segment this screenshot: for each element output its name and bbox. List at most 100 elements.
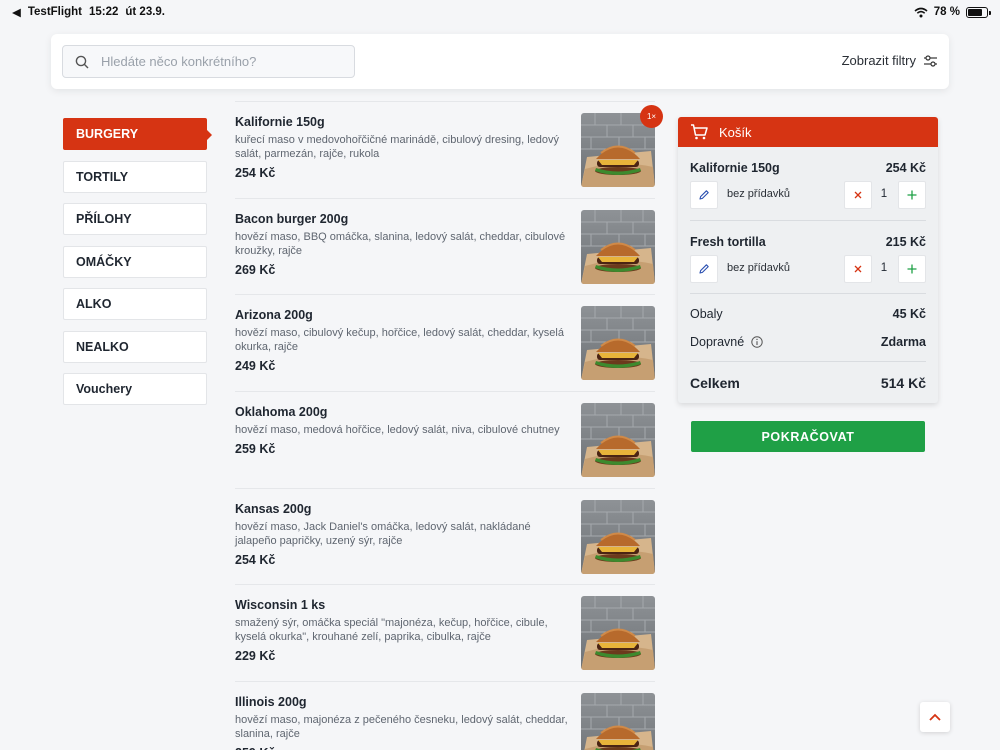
product-price: 259 Kč xyxy=(235,746,570,750)
product-name: Kansas 200g xyxy=(235,501,312,516)
cart-item-name: Kalifornie 150g xyxy=(690,161,780,175)
product-item[interactable]: Illinois 200g hovězí maso, majonéza z pe… xyxy=(235,681,655,750)
product-image[interactable] xyxy=(581,499,655,574)
total-row: Celkem 514 Kč xyxy=(690,375,926,391)
cart-item-qty: 1 xyxy=(880,188,888,200)
burger-photo xyxy=(581,596,655,671)
product-name: Wisconsin 1 ks xyxy=(235,598,326,613)
category-item[interactable]: OMÁČKY xyxy=(63,245,207,278)
search-box[interactable] xyxy=(62,45,355,78)
burger-photo xyxy=(581,693,655,750)
chevron-up-icon xyxy=(929,713,941,721)
category-item[interactable]: PŘÍLOHY xyxy=(63,203,207,235)
product-name: Illinois 200g xyxy=(235,695,307,710)
scroll-to-top-button[interactable] xyxy=(920,702,950,732)
increase-qty-button[interactable] xyxy=(898,181,926,209)
product-image[interactable] xyxy=(581,693,655,750)
product-price: 269 Kč xyxy=(235,262,276,277)
product-item[interactable]: Bacon burger 200g hovězí maso, BBQ omáčk… xyxy=(235,197,655,295)
product-image[interactable] xyxy=(581,306,655,381)
continue-button[interactable]: POKRAČOVAT xyxy=(691,421,925,452)
product-price: 254 Kč xyxy=(235,552,276,567)
total-divider xyxy=(690,361,926,362)
product-price: 254 Kč xyxy=(235,166,276,180)
product-item[interactable]: Wisconsin 1 ks smažený sýr, omáčka speci… xyxy=(235,584,655,681)
cart-item-option: bez přídavků xyxy=(727,261,790,274)
product-description: hovězí maso, cibulový kečup, hořčice, le… xyxy=(235,327,564,354)
battery-percent: 78 % xyxy=(933,6,960,18)
product-info: Bacon burger 200g hovězí maso, BBQ omáčk… xyxy=(235,212,570,277)
product-image[interactable] xyxy=(581,596,655,671)
product-item[interactable]: Arizona 200g hovězí maso, cibulový kečup… xyxy=(235,294,655,391)
product-description: hovězí maso, BBQ omáčka, slanina, ledový… xyxy=(235,230,566,257)
status-bar: ◀ TestFlight 15:22 út 23.9. 78 % xyxy=(0,0,1000,24)
category-item[interactable]: Vouchery xyxy=(63,373,207,405)
info-icon[interactable] xyxy=(751,336,763,348)
total-value: 514 Kč xyxy=(880,375,926,391)
edit-item-button[interactable] xyxy=(690,254,718,283)
search-input[interactable] xyxy=(101,54,331,69)
delivery-row: Dopravné Zdarma xyxy=(690,335,926,349)
cart-item-price: 254 Kč xyxy=(885,161,926,175)
decrease-qty-button[interactable] xyxy=(844,181,872,209)
cart-icon xyxy=(691,124,708,140)
plus-icon xyxy=(907,190,917,200)
product-description: kuřecí maso v medovohořčičné marinádě, c… xyxy=(235,134,560,160)
product-name: Kalifornie 150g xyxy=(235,115,325,129)
burger-photo xyxy=(581,306,655,381)
product-info: Kalifornie 150g kuřecí maso v medovohořč… xyxy=(235,115,570,180)
category-item[interactable]: ALKO xyxy=(63,288,207,320)
status-date: út 23.9. xyxy=(125,6,166,18)
product-info: Wisconsin 1 ks smažený sýr, omáčka speci… xyxy=(235,598,570,663)
search-icon xyxy=(75,55,89,68)
packaging-row: Obaly 45 Kč xyxy=(690,307,926,321)
product-item[interactable]: Kansas 200g hovězí maso, Jack Daniel's o… xyxy=(235,487,655,585)
cart-quantity-badge: 1× xyxy=(640,105,663,128)
product-price: 259 Kč xyxy=(235,442,276,457)
status-time: 15:22 xyxy=(88,6,119,18)
packaging-value: 45 Kč xyxy=(892,307,926,321)
packaging-label: Obaly xyxy=(690,307,723,321)
product-description: hovězí maso, medová hořčice, ledový salá… xyxy=(235,424,560,437)
plus-icon xyxy=(907,264,917,273)
increase-qty-button[interactable] xyxy=(898,254,926,283)
filter-sliders-icon xyxy=(924,54,937,67)
cart-item-header: Fresh tortilla 215 Kč xyxy=(690,235,926,249)
cart-item: Fresh tortilla 215 Kč bez přídavků 1 xyxy=(690,221,926,294)
back-arrow-icon[interactable]: ◀ xyxy=(12,5,21,19)
cart-title: Košík xyxy=(719,124,752,140)
decrease-qty-button[interactable] xyxy=(844,254,872,283)
delivery-label: Dopravné xyxy=(690,335,745,349)
close-icon xyxy=(854,265,862,272)
back-app-label[interactable]: TestFlight xyxy=(28,6,82,18)
product-price: 229 Kč xyxy=(235,649,276,664)
product-image[interactable] xyxy=(581,403,655,478)
product-item[interactable]: Oklahoma 200g hovězí maso, medová hořčic… xyxy=(235,391,655,488)
category-item[interactable]: BURGERY xyxy=(63,118,212,150)
total-label: Celkem xyxy=(690,375,740,391)
battery-icon xyxy=(966,6,991,18)
product-description: hovězí maso, majonéza z pečeného česneku… xyxy=(235,714,568,741)
category-list: BURGERY TORTILY PŘÍLOHY OMÁČKY ALKO NEALKO Vou… xyxy=(63,118,212,416)
product-image[interactable] xyxy=(581,209,655,284)
product-name: Arizona 200g xyxy=(235,308,313,323)
show-filters-button[interactable]: Zobrazit filtry xyxy=(842,53,937,68)
product-info: Oklahoma 200g hovězí maso, medová hořčic… xyxy=(235,405,570,456)
burger-photo xyxy=(581,209,655,284)
product-info: Kansas 200g hovězí maso, Jack Daniel's o… xyxy=(235,502,570,567)
product-info: Illinois 200g hovězí maso, majonéza z pe… xyxy=(235,695,570,750)
cart-panel: Košík Kalifornie 150g 254 Kč bez přídavk… xyxy=(678,117,938,403)
top-bar: Zobrazit filtry xyxy=(51,34,949,89)
product-price: 249 Kč xyxy=(235,359,276,374)
category-item[interactable]: TORTILY xyxy=(63,160,207,193)
edit-item-button[interactable] xyxy=(690,181,718,209)
filters-label: Zobrazit filtry xyxy=(841,53,916,68)
pencil-icon xyxy=(699,190,709,200)
cart-item: Kalifornie 150g 254 Kč bez přídavků 1 xyxy=(690,147,926,221)
category-item[interactable]: NEALKO xyxy=(63,330,207,363)
cart-item-name: Fresh tortilla xyxy=(690,234,766,249)
close-icon xyxy=(854,191,862,199)
wifi-icon xyxy=(914,7,928,17)
product-item[interactable]: Kalifornie 150g kuřecí maso v medovohořč… xyxy=(235,101,655,198)
cart-item-price: 215 Kč xyxy=(885,234,926,249)
